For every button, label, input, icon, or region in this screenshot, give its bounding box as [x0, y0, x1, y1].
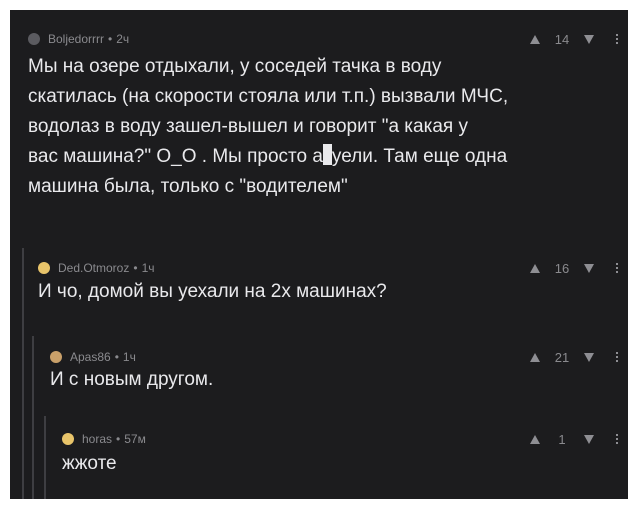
thread-line	[44, 416, 46, 499]
downvote-icon[interactable]	[584, 34, 594, 44]
vote-controls: 1	[530, 430, 618, 448]
score: 21	[554, 349, 570, 365]
thread-line	[32, 336, 34, 499]
author-name[interactable]: Ded.Otmoroz	[58, 261, 129, 275]
downvote-icon[interactable]	[584, 434, 594, 444]
separator-dot: •	[114, 350, 119, 364]
comments-panel: Boljedorrrr • 2ч 14 Мы на озере отдыхали…	[10, 10, 628, 499]
more-options-icon[interactable]	[616, 34, 618, 44]
comment-time: 57м	[124, 432, 146, 446]
vote-controls: 16	[530, 259, 618, 277]
vote-controls: 14	[530, 30, 618, 48]
score: 1	[558, 431, 566, 447]
separator-dot: •	[133, 261, 138, 275]
avatar[interactable]	[38, 262, 50, 274]
comment-text: жжоте	[62, 453, 117, 474]
comment: Apas86 • 1ч 21 И с новым другом.	[50, 348, 628, 408]
upvote-icon[interactable]	[530, 263, 540, 273]
comment-meta: Ded.Otmoroz • 1ч	[38, 259, 155, 277]
avatar[interactable]	[28, 33, 40, 45]
text-cursor	[322, 144, 332, 165]
comment-text: Мы на озере отдыхали, у соседей тачка в …	[28, 52, 508, 202]
upvote-icon[interactable]	[530, 434, 540, 444]
upvote-icon[interactable]	[530, 352, 540, 362]
upvote-icon[interactable]	[530, 34, 540, 44]
separator-dot: •	[108, 32, 113, 46]
score: 14	[554, 31, 570, 47]
comment: Boljedorrrr • 2ч 14 Мы на озере отдыхали…	[28, 30, 628, 240]
comment-time: 2ч	[116, 32, 130, 46]
author-name[interactable]: horas	[82, 432, 112, 446]
comment-text: И с новым другом.	[50, 369, 214, 390]
author-name[interactable]: Apas86	[70, 350, 111, 364]
avatar[interactable]	[62, 433, 74, 445]
author-name[interactable]: Boljedorrrr	[48, 32, 104, 46]
score: 16	[554, 260, 570, 276]
comment-time: 1ч	[141, 261, 155, 275]
comment: Ded.Otmoroz • 1ч 16 И чо, домой вы уехал…	[38, 259, 628, 319]
more-options-icon[interactable]	[616, 352, 618, 362]
more-options-icon[interactable]	[616, 434, 618, 444]
vote-controls: 21	[530, 348, 618, 366]
comment-meta: Apas86 • 1ч	[50, 348, 136, 366]
comment: horas • 57м 1 жжоте	[62, 430, 628, 490]
downvote-icon[interactable]	[584, 263, 594, 273]
separator-dot: •	[116, 432, 121, 446]
avatar[interactable]	[50, 351, 62, 363]
more-options-icon[interactable]	[616, 263, 618, 273]
downvote-icon[interactable]	[584, 352, 594, 362]
comment-meta: Boljedorrrr • 2ч	[28, 30, 129, 48]
comment-text: И чо, домой вы уехали на 2х машинах?	[38, 281, 387, 302]
comment-meta: horas • 57м	[62, 430, 146, 448]
comment-time: 1ч	[122, 350, 136, 364]
thread-line	[22, 248, 24, 499]
